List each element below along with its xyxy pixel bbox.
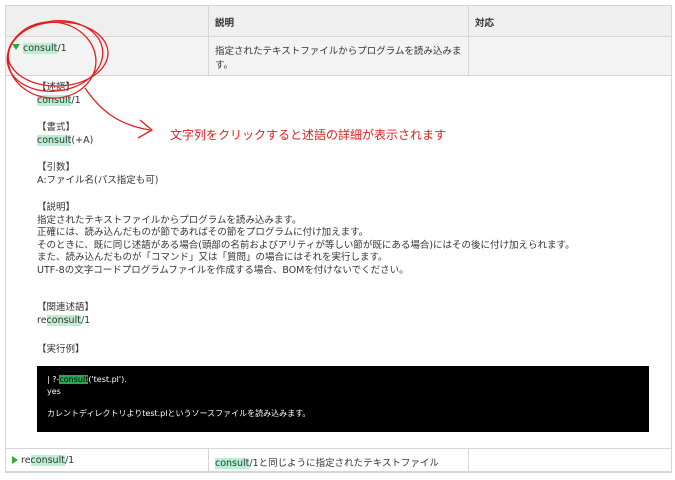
support-cell [469, 449, 671, 471]
expand-arrow-icon[interactable] [12, 44, 20, 50]
section-title: 【関連述語】 [37, 302, 95, 313]
section-title: 【説明】 [37, 202, 76, 213]
header-description: 説明 [209, 6, 469, 36]
desc-line: また、読み込んだものが「コマンド」又は「質問」の場合にはそれを実行します。 [37, 252, 388, 263]
section-related: 【関連述語】 reconsult/1 [37, 302, 94, 327]
predicate-arity: /1 [71, 94, 81, 106]
desc-text: /1と同じように指定されたテキストファイル [249, 458, 439, 469]
predicate-cell[interactable]: consult/1 [6, 37, 209, 75]
description-cell: 指定されたテキストファイルからプログラムを読み込みます。 [209, 37, 469, 75]
header-support: 対応 [469, 6, 671, 36]
section-description: 【説明】 指定されたテキストファイルからプログラムを読み込みます。 正確には、読… [37, 202, 575, 277]
support-cell [469, 37, 671, 75]
predicate-cell[interactable]: reconsult/1 [6, 449, 209, 471]
section-title: 【書式】 [37, 122, 76, 133]
header-predicate [6, 6, 209, 36]
args-text: A:ファイル名(パス指定も可) [37, 174, 159, 186]
desc-line: 指定されたテキストファイルからプログラムを読み込みます。 [37, 214, 302, 226]
annotation-text: 文字列をクリックすると述語の詳細が表示されます [170, 128, 447, 142]
code-prompt: | ?- [47, 375, 60, 384]
desc-line: そのときに、既に同じ述語がある場合(頭部の名前およびアリティが等しい節が既にある… [37, 239, 575, 251]
predicate-link[interactable]: consult [30, 455, 65, 466]
section-example: 【実行例】 [37, 344, 85, 357]
section-title: 【実行例】 [37, 344, 85, 355]
table-header: 説明 対応 [6, 6, 671, 37]
expand-arrow-icon[interactable] [12, 456, 18, 464]
format-args: (+A) [71, 134, 94, 146]
desc-highlight: consult [215, 458, 250, 469]
section-args: 【引数】 A:ファイル名(パス指定も可) [37, 162, 158, 187]
section-title: 【引数】 [37, 162, 76, 173]
code-note: カレントディレクトリよりtest.plというソースファイルを読み込みます。 [47, 409, 311, 418]
predicate-link[interactable]: consult [23, 43, 58, 54]
related-link[interactable]: consult [46, 314, 81, 326]
predicate-table: 説明 対応 consult/1 指定されたテキストファイルからプログラムを読み込… [5, 5, 672, 473]
predicate-prefix[interactable]: re [21, 455, 31, 466]
table-row[interactable]: consult/1 指定されたテキストファイルからプログラムを読み込みます。 [6, 37, 671, 76]
section-format: 【書式】 consult(+A) [37, 122, 93, 147]
predicate-arity: /1 [64, 455, 75, 466]
code-result: yes [47, 386, 61, 396]
section-title: 【述語】 [37, 82, 76, 93]
predicate-name: consult [37, 94, 72, 106]
related-prefix[interactable]: re [37, 315, 47, 326]
desc-line: UTF-8の文字コードプログラムファイルを作成する場合、BOMを付けないでくださ… [37, 264, 409, 276]
predicate-arity: /1 [57, 43, 67, 54]
format-name: consult [37, 134, 72, 146]
code-args: ('test.pl'). [88, 375, 127, 384]
description-cell: consult/1と同じように指定されたテキストファイル [209, 449, 469, 471]
desc-line: 正確には、読み込んだものが節であればその節をプログラムに付け加えます。 [37, 227, 369, 238]
code-keyword: consult [59, 375, 89, 384]
example-code-block: | ?-consult('test.pl'). yes カレントディレクトリより… [37, 366, 649, 432]
section-predicate: 【述語】 consult/1 [37, 82, 81, 107]
table-row[interactable]: reconsult/1 consult/1と同じように指定されたテキストファイル [6, 449, 671, 472]
related-arity: /1 [80, 314, 91, 326]
